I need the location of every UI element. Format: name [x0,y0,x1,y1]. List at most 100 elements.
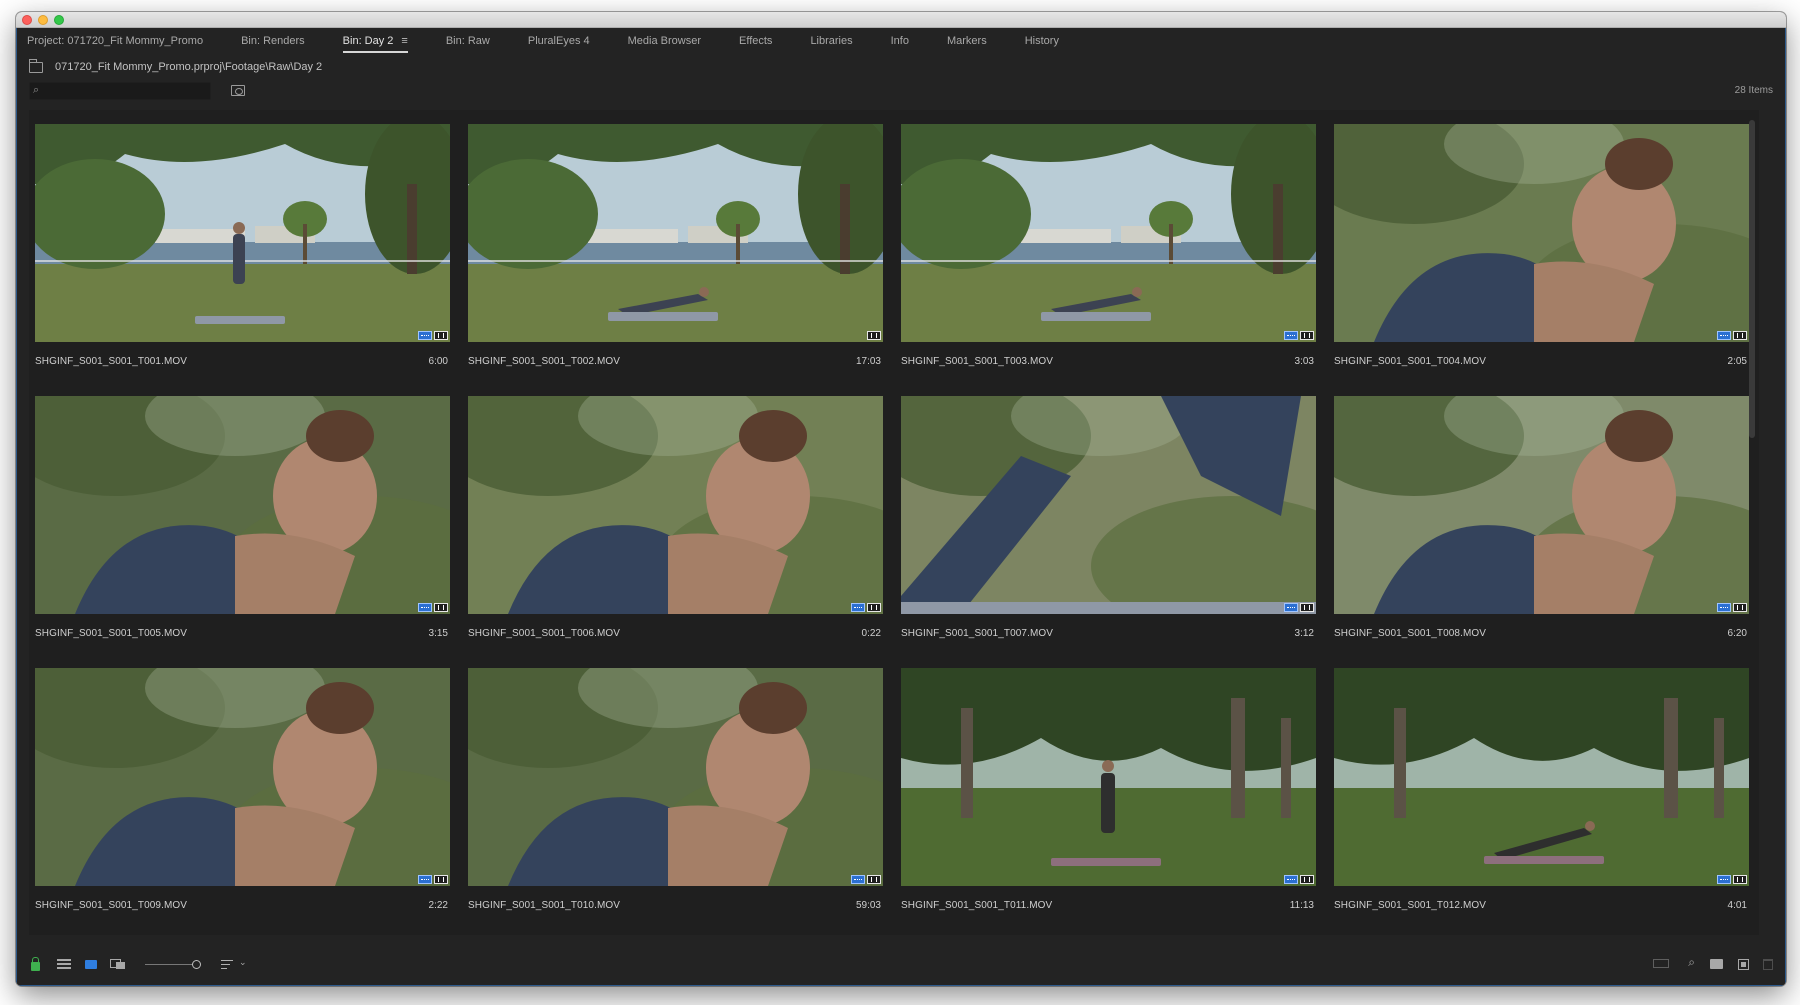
video-track-icon [851,603,865,612]
new-bin-from-search-icon[interactable] [231,85,245,96]
clip-media-badges [1284,875,1314,884]
freeform-view-icon[interactable] [110,959,126,969]
clip-tile[interactable]: SHGINF_S001_S001_T004.MOV 2:05 [1334,124,1749,396]
clip-duration: 6:20 [1727,628,1747,639]
clip-caption: SHGINF_S001_S001_T006.MOV 0:22 [468,628,883,642]
clip-duration: 3:03 [1294,356,1314,367]
bin-path: 071720_Fit Mommy_Promo.prproj\Footage\Ra… [55,61,323,73]
clip-media-badges [851,875,881,884]
clip-duration: 0:22 [861,628,881,639]
clip-caption: SHGINF_S001_S001_T007.MOV 3:12 [901,628,1316,642]
clip-duration: 6:00 [428,356,448,367]
video-track-icon [418,331,432,340]
vertical-scrollbar[interactable] [1749,120,1755,438]
video-track-icon [418,603,432,612]
new-item-icon[interactable] [1738,959,1749,970]
thumbnail-grid-area: SHGINF_S001_S001_T001.MOV 6:00 SHGINF_S001… [29,110,1759,935]
project-panel: Project: 071720_Fit Mommy_Promo Bin: Rend… [16,28,1786,986]
clip-caption: SHGINF_S001_S001_T012.MOV 4:01 [1334,900,1749,914]
clip-duration: 2:22 [428,900,448,911]
clip-media-badges [1284,331,1314,340]
clip-tile[interactable]: SHGINF_S001_S001_T006.MOV 0:22 [468,396,883,668]
clip-caption: SHGINF_S001_S001_T011.MOV 11:13 [901,900,1316,914]
clip-thumbnail[interactable] [35,668,450,886]
tab-6[interactable]: Media Browser [628,28,701,54]
clip-media-badges [418,331,448,340]
clip-caption: SHGINF_S001_S001_T005.MOV 3:15 [35,628,450,642]
zoom-window-button[interactable] [54,15,64,25]
clip-thumbnail[interactable] [1334,668,1749,886]
tab-7[interactable]: Effects [739,28,772,54]
bin-icon[interactable] [29,58,43,73]
tab-10[interactable]: Markers [947,28,987,54]
tab-3[interactable]: Bin: Day 2 ≡ [342,28,409,54]
tab-11[interactable]: History [1025,28,1059,54]
search-icon: ⌕ [33,84,40,96]
audio-track-icon [1300,331,1314,340]
clip-thumbnail[interactable] [468,124,883,342]
clip-thumbnail[interactable] [1334,124,1749,342]
clip-thumbnail[interactable] [468,396,883,614]
trash-icon[interactable] [1763,959,1773,970]
audio-track-icon [434,875,448,884]
thumbnail-size-slider[interactable] [145,960,201,969]
tab-2[interactable]: Bin: Renders [241,28,305,54]
clip-tile[interactable]: SHGINF_S001_S001_T005.MOV 3:15 [35,396,450,668]
tab-8[interactable]: Libraries [810,28,852,54]
clip-name: SHGINF_S001_S001_T006.MOV [468,628,621,639]
clip-thumbnail[interactable] [35,396,450,614]
tab-label: Markers [946,35,987,47]
tab-1[interactable]: Project: 071720_Fit Mommy_Promo [27,28,203,54]
tab-9[interactable]: Info [891,28,909,54]
search-row: ⌕ 28 Items [29,82,1773,102]
video-track-icon [1284,875,1298,884]
clip-thumbnail[interactable] [1334,396,1749,614]
clip-tile[interactable]: SHGINF_S001_S001_T011.MOV 11:13 [901,668,1316,940]
tab-label: Media Browser [627,35,701,47]
automate-to-sequence-icon[interactable] [1653,959,1669,968]
clip-thumbnail[interactable] [901,124,1316,342]
chevron-down-icon[interactable]: ⌄ [239,957,247,968]
minimize-window-button[interactable] [38,15,48,25]
clip-thumbnail[interactable] [901,396,1316,614]
clip-duration: 59:03 [855,900,881,911]
sort-icon[interactable] [221,960,233,970]
find-icon[interactable]: ⌕ [1688,955,1695,970]
clip-caption: SHGINF_S001_S001_T010.MOV 59:03 [468,900,883,914]
clip-media-badges [418,603,448,612]
close-window-button[interactable] [22,15,32,25]
panel-tab-bar: Project: 071720_Fit Mommy_Promo Bin: Rend… [17,28,1785,54]
clip-tile[interactable]: SHGINF_S001_S001_T002.MOV 17:03 [468,124,883,396]
clip-name: SHGINF_S001_S001_T007.MOV [901,628,1054,639]
list-view-icon[interactable] [57,959,71,969]
clip-tile[interactable]: SHGINF_S001_S001_T009.MOV 2:22 [35,668,450,940]
clip-tile[interactable]: SHGINF_S001_S001_T012.MOV 4:01 [1334,668,1749,940]
clip-duration: 3:12 [1294,628,1314,639]
clip-thumbnail[interactable] [35,124,450,342]
panel-menu-icon[interactable]: ≡ [401,28,407,54]
clip-tile[interactable]: SHGINF_S001_S001_T003.MOV 3:03 [901,124,1316,396]
search-input[interactable] [29,82,211,100]
clip-thumbnail[interactable] [468,668,883,886]
clip-caption: SHGINF_S001_S001_T009.MOV 2:22 [35,900,450,914]
tab-label: Effects [739,35,773,47]
new-bin-folder-icon[interactable] [1710,959,1723,969]
clip-media-badges [851,603,881,612]
clip-name: SHGINF_S001_S001_T009.MOV [35,900,188,911]
clip-tile[interactable]: SHGINF_S001_S001_T010.MOV 59:03 [468,668,883,940]
clip-name: SHGINF_S001_S001_T003.MOV [901,356,1054,367]
clip-thumbnail[interactable] [901,668,1316,886]
tab-4[interactable]: Bin: Raw [446,28,490,54]
clip-name: SHGINF_S001_S001_T008.MOV [1334,628,1487,639]
clip-tile[interactable]: SHGINF_S001_S001_T008.MOV 6:20 [1334,396,1749,668]
clip-tile[interactable]: SHGINF_S001_S001_T007.MOV 3:12 [901,396,1316,668]
video-track-icon [851,875,865,884]
clip-duration: 2:05 [1727,356,1747,367]
clip-tile[interactable]: SHGINF_S001_S001_T001.MOV 6:00 [35,124,450,396]
lock-icon[interactable] [31,957,40,971]
tab-5[interactable]: PluralEyes 4 [528,28,590,54]
audio-track-icon [1300,875,1314,884]
tab-label: PluralEyes 4 [527,35,590,47]
icon-view-icon[interactable] [85,960,97,969]
tab-label: Bin: Day 2 [342,35,394,47]
